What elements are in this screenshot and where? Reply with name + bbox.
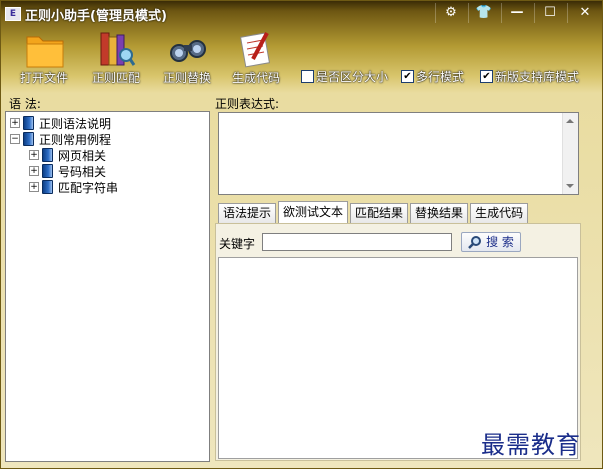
tree-node[interactable]: + 号码相关	[29, 163, 106, 179]
collapse-icon[interactable]: −	[10, 134, 20, 144]
watermark-text: 最需教育	[481, 431, 581, 459]
tree-node-label: 正则常用例程	[39, 132, 112, 147]
regex-label: 正则表达式:	[215, 97, 280, 111]
maximize-button[interactable]: ☐	[534, 3, 565, 23]
multiline-checkbox[interactable]: ✔ 多行模式	[401, 68, 464, 84]
binoculars-icon	[170, 40, 206, 62]
tree-node-label: 匹配字符串	[58, 180, 119, 195]
tab-generate-code[interactable]: 生成代码	[470, 203, 529, 223]
open-file-label: 打开文件	[19, 71, 68, 85]
new-lib-box[interactable]: ✔	[480, 69, 493, 83]
generate-code-button[interactable]: 生成代码	[225, 29, 287, 85]
notepad-pen-icon	[239, 32, 271, 68]
case-sensitive-box[interactable]	[301, 69, 314, 83]
skin-icon[interactable]: 👕	[468, 3, 499, 23]
regex-match-label: 正则匹配	[91, 71, 140, 85]
tab-replace-result[interactable]: 替换结果	[410, 203, 469, 223]
close-button[interactable]: ✕	[567, 3, 602, 23]
multiline-label: 多行模式	[416, 69, 465, 84]
window-title: 正则小助手(管理员模式)	[25, 9, 167, 24]
tab-syntax-hint[interactable]: 语法提示	[218, 203, 277, 223]
book-icon	[23, 132, 34, 146]
regex-match-button[interactable]: 正则匹配	[85, 29, 147, 85]
tree-node[interactable]: + 匹配字符串	[29, 179, 118, 195]
tree-node-label: 号码相关	[58, 164, 107, 179]
app-window: E 正则小助手(管理员模式) ⚙ 👕 — ☐ ✕ 打开文件 正则匹配 正则替换 …	[0, 0, 603, 469]
syntax-tree[interactable]: + 正则语法说明 − 正则常用例程 + 网页相关 + 号码相关 + 匹配字符串	[5, 111, 210, 462]
new-lib-label: 新版支持库模式	[495, 69, 580, 84]
books-icon	[100, 32, 136, 66]
tab-test-text[interactable]: 欲测试文本	[278, 201, 349, 223]
regex-value	[219, 113, 578, 117]
title-bar[interactable]: E 正则小助手(管理员模式) ⚙ 👕 — ☐ ✕	[1, 1, 602, 27]
regex-scrollbar[interactable]	[562, 113, 578, 194]
book-icon	[42, 180, 53, 194]
scroll-up-icon[interactable]	[566, 119, 574, 123]
open-file-button[interactable]: 打开文件	[13, 29, 75, 85]
tree-node[interactable]: + 正则语法说明	[10, 115, 111, 131]
regex-textarea[interactable]	[218, 112, 579, 195]
book-icon	[42, 164, 53, 178]
tree-node[interactable]: + 网页相关	[29, 147, 106, 163]
regex-replace-label: 正则替换	[162, 71, 211, 85]
expand-icon[interactable]: +	[29, 182, 39, 192]
magnifier-icon	[468, 236, 482, 249]
tab-match-result[interactable]: 匹配结果	[350, 203, 409, 223]
keyword-input[interactable]	[262, 233, 452, 251]
case-sensitive-checkbox[interactable]: 是否区分大小	[301, 68, 388, 84]
tree-node[interactable]: − 正则常用例程	[10, 131, 111, 147]
window-controls: ⚙ 👕 — ☐ ✕	[435, 3, 603, 25]
new-lib-checkbox[interactable]: ✔ 新版支持库模式	[480, 68, 579, 84]
expand-icon[interactable]: +	[29, 150, 39, 160]
expand-icon[interactable]: +	[10, 118, 20, 128]
search-button[interactable]: 搜 索	[461, 232, 521, 252]
syntax-label: 语 法:	[9, 97, 41, 111]
minimize-button[interactable]: —	[501, 3, 532, 23]
book-icon	[42, 148, 53, 162]
expand-icon[interactable]: +	[29, 166, 39, 176]
tab-strip: 语法提示 欲测试文本 匹配结果 替换结果 生成代码	[218, 201, 530, 223]
tree-node-label: 正则语法说明	[39, 116, 112, 131]
case-sensitive-label: 是否区分大小	[316, 69, 389, 84]
book-icon	[23, 116, 34, 130]
generate-code-label: 生成代码	[231, 71, 280, 85]
search-button-label: 搜 索	[486, 235, 514, 249]
regex-replace-button[interactable]: 正则替换	[156, 29, 218, 85]
scroll-down-icon[interactable]	[566, 184, 574, 188]
folder-icon	[26, 36, 64, 68]
multiline-box[interactable]: ✔	[401, 69, 414, 83]
settings-icon[interactable]: ⚙	[435, 3, 466, 23]
keyword-label: 关键字	[219, 237, 256, 251]
app-icon: E	[5, 7, 21, 21]
tree-node-label: 网页相关	[58, 148, 107, 163]
